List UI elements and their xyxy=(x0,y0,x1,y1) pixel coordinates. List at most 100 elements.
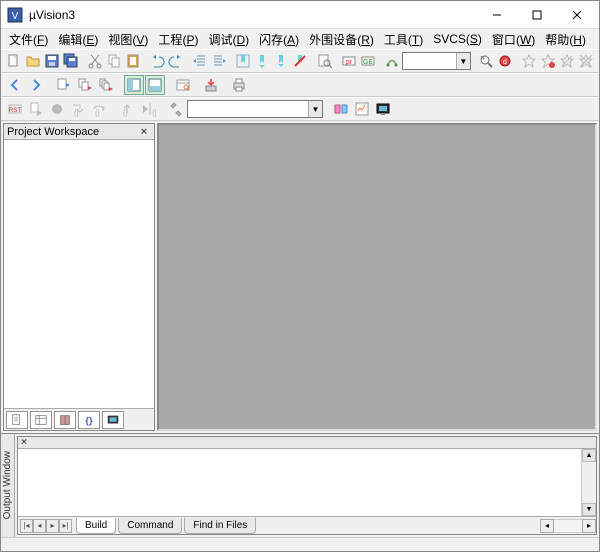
tab-files[interactable] xyxy=(6,411,28,429)
project-window-toggle[interactable] xyxy=(124,75,144,95)
disable-breakpoint-button[interactable] xyxy=(558,51,576,71)
new-file-button[interactable] xyxy=(5,51,23,71)
target-config-icon[interactable] xyxy=(383,51,401,71)
stop-button[interactable] xyxy=(47,99,67,119)
menu-window[interactable]: 窗口(W) xyxy=(488,30,539,49)
debug-printf-button[interactable]: pr xyxy=(340,51,358,71)
nav-back-button[interactable] xyxy=(5,75,25,95)
toolbox-button[interactable] xyxy=(166,99,186,119)
tab-build[interactable]: Build xyxy=(76,518,116,534)
menu-edit[interactable]: 编辑(E) xyxy=(54,30,102,49)
build-button[interactable] xyxy=(75,75,95,95)
tab-functions[interactable]: {} xyxy=(78,411,100,429)
debug-session-button[interactable]: d xyxy=(496,51,514,71)
close-button[interactable] xyxy=(557,2,597,28)
toolbar-build xyxy=(1,73,599,97)
output-vscrollbar[interactable]: ▲ ▼ xyxy=(581,449,596,516)
nav-forward-button[interactable] xyxy=(26,75,46,95)
tab-nav-first[interactable]: |◂ xyxy=(20,519,33,533)
window-title: µVision3 xyxy=(29,8,477,22)
indent-left-button[interactable] xyxy=(191,51,209,71)
find-button[interactable] xyxy=(316,51,334,71)
titlebar: V µVision3 xyxy=(1,1,599,29)
menu-debug[interactable]: 调试(D) xyxy=(204,30,253,49)
find-in-files-button[interactable] xyxy=(477,51,495,71)
step-over-button[interactable]: {} xyxy=(89,99,109,119)
output-text-area[interactable]: ▲ ▼ xyxy=(18,449,596,516)
maximize-button[interactable] xyxy=(517,2,557,28)
menu-project[interactable]: 工程(P) xyxy=(154,30,202,49)
project-workspace-panel: Project Workspace × {} xyxy=(3,123,155,431)
bookmark-clear-button[interactable] xyxy=(291,51,309,71)
mdi-area xyxy=(157,123,597,431)
chevron-down-icon[interactable]: ▼ xyxy=(308,101,322,117)
output-vertical-label: Output Window xyxy=(1,434,15,537)
menu-tools[interactable]: 工具(T) xyxy=(380,30,427,49)
search-combo[interactable]: ▼ xyxy=(187,100,323,118)
save-all-button[interactable] xyxy=(62,51,80,71)
menu-file[interactable]: 文件(F) xyxy=(5,30,52,49)
redo-button[interactable] xyxy=(167,51,185,71)
menu-peripherals[interactable]: 外围设备(R) xyxy=(305,30,378,49)
bookmark-prev-button[interactable] xyxy=(253,51,271,71)
tab-books[interactable] xyxy=(54,411,76,429)
toolbar-file: pr GE ▼ d xyxy=(1,49,599,73)
tab-find-in-files[interactable]: Find in Files xyxy=(184,518,256,534)
chevron-down-icon[interactable]: ▼ xyxy=(456,53,470,69)
menu-view[interactable]: 视图(V) xyxy=(104,30,152,49)
scroll-left-icon[interactable]: ◂ xyxy=(540,519,554,533)
cut-button[interactable] xyxy=(86,51,104,71)
run-to-cursor-button[interactable]: {} xyxy=(138,99,158,119)
menubar: 文件(F) 编辑(E) 视图(V) 工程(P) 调试(D) 闪存(A) 外围设备… xyxy=(1,29,599,49)
remove-breakpoint-button[interactable] xyxy=(539,51,557,71)
translate-button[interactable] xyxy=(54,75,74,95)
tab-nav-prev[interactable]: ◂ xyxy=(33,519,46,533)
output-window-toggle[interactable] xyxy=(145,75,165,95)
output-hscrollbar[interactable]: ◂ ▸ xyxy=(540,519,596,533)
bookmark-toggle-button[interactable] xyxy=(234,51,252,71)
project-tree[interactable] xyxy=(4,140,154,408)
options-button[interactable] xyxy=(173,75,193,95)
serial-window-button[interactable] xyxy=(331,99,351,119)
copy-button[interactable] xyxy=(105,51,123,71)
rebuild-button[interactable] xyxy=(96,75,116,95)
menu-help[interactable]: 帮助(H) xyxy=(541,30,590,49)
tab-templates[interactable] xyxy=(102,411,124,429)
output-close-button[interactable]: × xyxy=(18,437,30,448)
paste-button[interactable] xyxy=(124,51,142,71)
open-file-button[interactable] xyxy=(24,51,42,71)
tab-regs[interactable] xyxy=(30,411,52,429)
minimize-button[interactable] xyxy=(477,2,517,28)
tab-nav-last[interactable]: ▸| xyxy=(59,519,72,533)
bookmark-next-button[interactable] xyxy=(272,51,290,71)
tab-nav-next[interactable]: ▸ xyxy=(46,519,59,533)
download-button[interactable] xyxy=(201,75,221,95)
svg-text:pr: pr xyxy=(346,59,353,66)
scroll-right-icon[interactable]: ▸ xyxy=(582,519,596,533)
output-panel-wrap: Output Window × ▲ ▼ |◂ ◂ ▸ ▸| Build Comm… xyxy=(1,433,599,537)
print-button[interactable] xyxy=(229,75,249,95)
svg-text:RST: RST xyxy=(9,108,21,114)
menu-flash[interactable]: 闪存(A) xyxy=(255,30,303,49)
undo-button[interactable] xyxy=(148,51,166,71)
scroll-down-icon[interactable]: ▼ xyxy=(582,503,596,516)
step-into-button[interactable]: {} xyxy=(68,99,88,119)
insert-breakpoint-button[interactable] xyxy=(520,51,538,71)
analysis-window-button[interactable] xyxy=(352,99,372,119)
reset-button[interactable]: RST xyxy=(5,99,25,119)
svg-text:{}: {} xyxy=(85,415,93,426)
indent-right-button[interactable] xyxy=(210,51,228,71)
scroll-up-icon[interactable]: ▲ xyxy=(582,449,596,462)
step-out-button[interactable]: {} xyxy=(117,99,137,119)
debug-ge-button[interactable]: GE xyxy=(359,51,377,71)
panel-close-button[interactable]: × xyxy=(137,126,151,138)
output-panel: × ▲ ▼ |◂ ◂ ▸ ▸| Build Command Find in Fi… xyxy=(17,436,597,535)
save-button[interactable] xyxy=(43,51,61,71)
target-combo[interactable]: ▼ xyxy=(402,52,471,70)
output-tabs: |◂ ◂ ▸ ▸| Build Command Find in Files ◂ … xyxy=(18,516,596,534)
kill-breakpoints-button[interactable] xyxy=(577,51,595,71)
menu-svcs[interactable]: SVCS(S) xyxy=(429,31,486,47)
tab-command[interactable]: Command xyxy=(118,518,182,534)
watch-window-button[interactable] xyxy=(373,99,393,119)
run-button[interactable] xyxy=(26,99,46,119)
